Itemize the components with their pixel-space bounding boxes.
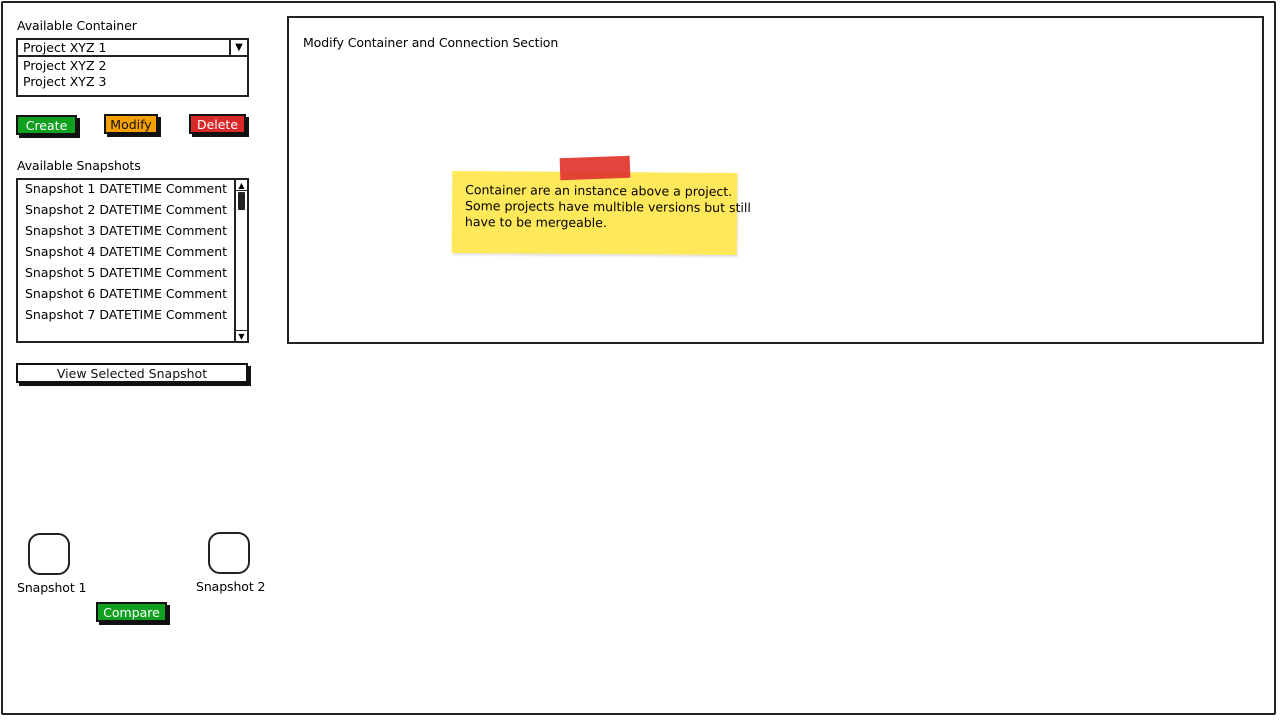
snapshot-2-slot[interactable] xyxy=(208,532,250,574)
create-button[interactable]: Create xyxy=(16,115,77,135)
compare-button[interactable]: Compare xyxy=(96,602,167,622)
list-item[interactable]: Snapshot 2 DATETIME Comment xyxy=(25,202,227,217)
arrow-down-icon[interactable]: ▼ xyxy=(236,330,247,341)
sticky-note: Container are an instance above a projec… xyxy=(451,171,751,255)
view-selected-snapshot-button[interactable]: View Selected Snapshot xyxy=(16,363,248,383)
list-item[interactable]: Snapshot 4 DATETIME Comment xyxy=(25,244,227,259)
snapshots-label: Available Snapshots xyxy=(17,158,141,173)
delete-button[interactable]: Delete xyxy=(189,114,246,134)
snapshot-list[interactable]: Snapshot 1 DATETIME Comment Snapshot 2 D… xyxy=(16,178,249,343)
snapshot-list-scrollbar[interactable]: ▲ ▼ xyxy=(234,180,247,341)
container-label: Available Container xyxy=(17,18,137,33)
container-select[interactable]: Project XYZ 1 ▼ xyxy=(16,38,249,57)
chevron-down-icon[interactable]: ▼ xyxy=(229,40,247,55)
modify-button[interactable]: Modify xyxy=(104,114,158,134)
container-selected-value: Project XYZ 1 xyxy=(23,40,107,55)
sticky-note-line: have to be mergeable. xyxy=(464,214,607,231)
snapshot-1-label: Snapshot 1 xyxy=(17,580,87,595)
snapshot-1-slot[interactable] xyxy=(28,533,70,575)
panel-title: Modify Container and Connection Section xyxy=(303,35,559,50)
sticky-note-line: Some projects have multible versions but… xyxy=(464,198,751,216)
modify-container-panel: Modify Container and Connection Section xyxy=(287,16,1264,344)
snapshot-2-label: Snapshot 2 xyxy=(196,579,266,594)
list-item[interactable]: Snapshot 3 DATETIME Comment xyxy=(25,223,227,238)
tape-decoration xyxy=(559,155,631,181)
container-option-xyz3[interactable]: Project XYZ 3 xyxy=(23,74,106,89)
arrow-up-icon[interactable]: ▲ xyxy=(236,180,247,191)
container-option-xyz2[interactable]: Project XYZ 2 xyxy=(23,58,106,73)
sticky-note-line: Container are an instance above a projec… xyxy=(465,182,733,199)
list-item[interactable]: Snapshot 1 DATETIME Comment xyxy=(25,181,227,196)
list-item[interactable]: Snapshot 5 DATETIME Comment xyxy=(25,265,227,280)
scroll-thumb[interactable] xyxy=(238,192,245,210)
list-item[interactable]: Snapshot 6 DATETIME Comment xyxy=(25,286,227,301)
list-item[interactable]: Snapshot 7 DATETIME Comment xyxy=(25,307,227,322)
container-dropdown-list: Project XYZ 2 Project XYZ 3 xyxy=(16,57,249,97)
